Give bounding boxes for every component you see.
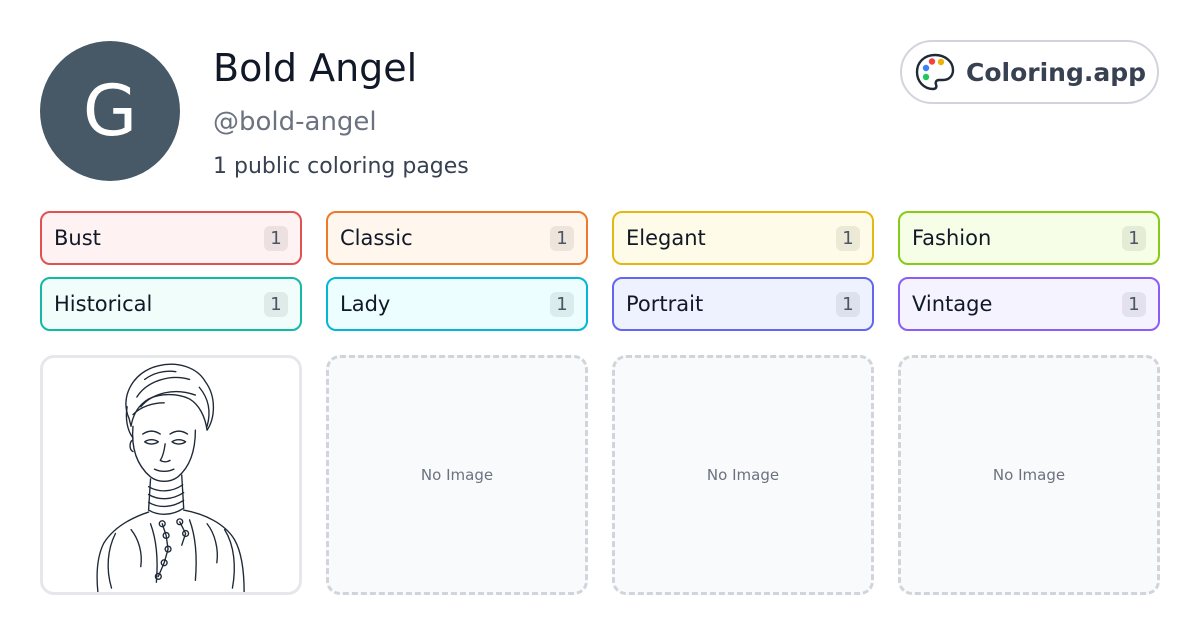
tag-label: Elegant	[626, 226, 706, 250]
tag-label: Vintage	[912, 292, 993, 316]
tag-lady[interactable]: Lady 1	[326, 277, 588, 331]
tag-label: Fashion	[912, 226, 992, 250]
tag-count: 1	[1122, 225, 1146, 251]
no-image-label: No Image	[420, 466, 494, 484]
tag-label: Bust	[54, 226, 101, 250]
palette-icon	[914, 51, 956, 93]
tag-count: 1	[264, 225, 288, 251]
tag-classic[interactable]: Classic 1	[326, 211, 588, 265]
tag-count: 1	[836, 291, 860, 317]
portrait-line-drawing	[96, 363, 245, 592]
brand-badge[interactable]: Coloring.app	[900, 40, 1159, 104]
brand-label: Coloring.app	[966, 57, 1147, 87]
tag-fashion[interactable]: Fashion 1	[898, 211, 1160, 265]
avatar: G	[40, 41, 180, 181]
tag-elegant[interactable]: Elegant 1	[612, 211, 874, 265]
page-count: 1 public coloring pages	[213, 154, 469, 179]
tag-historical[interactable]: Historical 1	[40, 277, 302, 331]
tag-count: 1	[836, 225, 860, 251]
tag-portrait[interactable]: Portrait 1	[612, 277, 874, 331]
no-image-label: No Image	[992, 466, 1066, 484]
tag-count: 1	[264, 291, 288, 317]
profile-handle: @bold-angel	[213, 107, 377, 137]
coloring-page-card[interactable]	[40, 355, 302, 595]
tag-count: 1	[550, 225, 574, 251]
tag-vintage[interactable]: Vintage 1	[898, 277, 1160, 331]
avatar-initial: G	[82, 70, 138, 152]
no-image-label: No Image	[706, 466, 780, 484]
tag-label: Lady	[340, 292, 391, 316]
tag-count: 1	[550, 291, 574, 317]
empty-card[interactable]: No Image	[326, 355, 588, 595]
profile-name: Bold Angel	[213, 46, 418, 90]
tag-label: Portrait	[626, 292, 704, 316]
empty-card[interactable]: No Image	[612, 355, 874, 595]
tag-bust[interactable]: Bust 1	[40, 211, 302, 265]
tag-count: 1	[1122, 291, 1146, 317]
tag-label: Historical	[54, 292, 153, 316]
tag-label: Classic	[340, 226, 413, 250]
empty-card[interactable]: No Image	[898, 355, 1160, 595]
